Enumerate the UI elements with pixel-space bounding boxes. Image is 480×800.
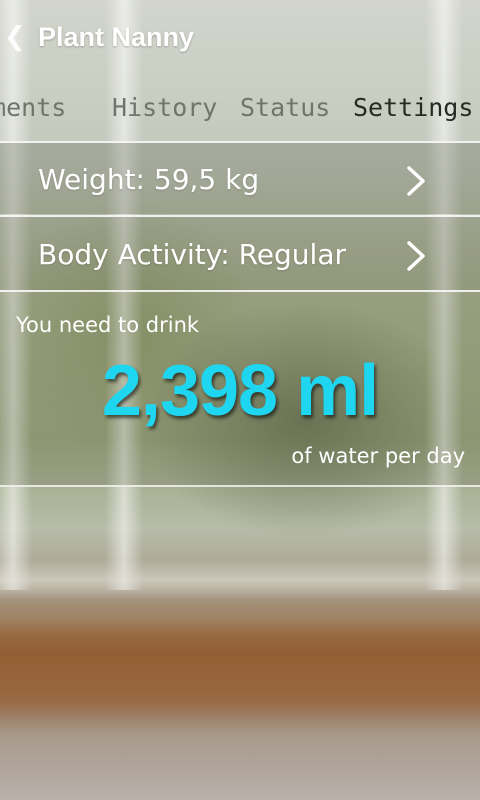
weight-label: Weight: 59,5 kg [38,163,260,196]
result-suffix-text: of water per day [291,444,465,468]
daily-water-result-panel: You need to drink 2,398 ml of water per … [0,290,480,487]
tab-settings[interactable]: Settings [353,92,473,124]
chevron-right-icon [407,241,425,271]
window-sill [0,560,480,600]
water-amount-value: 2,398 ml [101,351,379,431]
tab-status[interactable]: Status [240,92,330,124]
result-intro-text: You need to drink [16,313,200,337]
tab-achievements[interactable]: ements [0,92,66,124]
wooden-table [0,620,480,720]
app-title[interactable]: Plant Nanny [38,20,194,54]
body-activity-label: Body Activity: Regular [38,238,346,271]
action-bar: ❮ Plant Nanny [0,0,480,76]
weight-setting-row[interactable]: Weight: 59,5 kg [0,141,480,214]
tab-bar: ements History Status Settings [0,80,480,138]
chevron-left-icon[interactable]: ❮ [4,22,26,52]
body-activity-setting-row[interactable]: Body Activity: Regular [0,215,480,291]
tab-history[interactable]: History [112,92,217,124]
chevron-right-icon [407,166,425,196]
